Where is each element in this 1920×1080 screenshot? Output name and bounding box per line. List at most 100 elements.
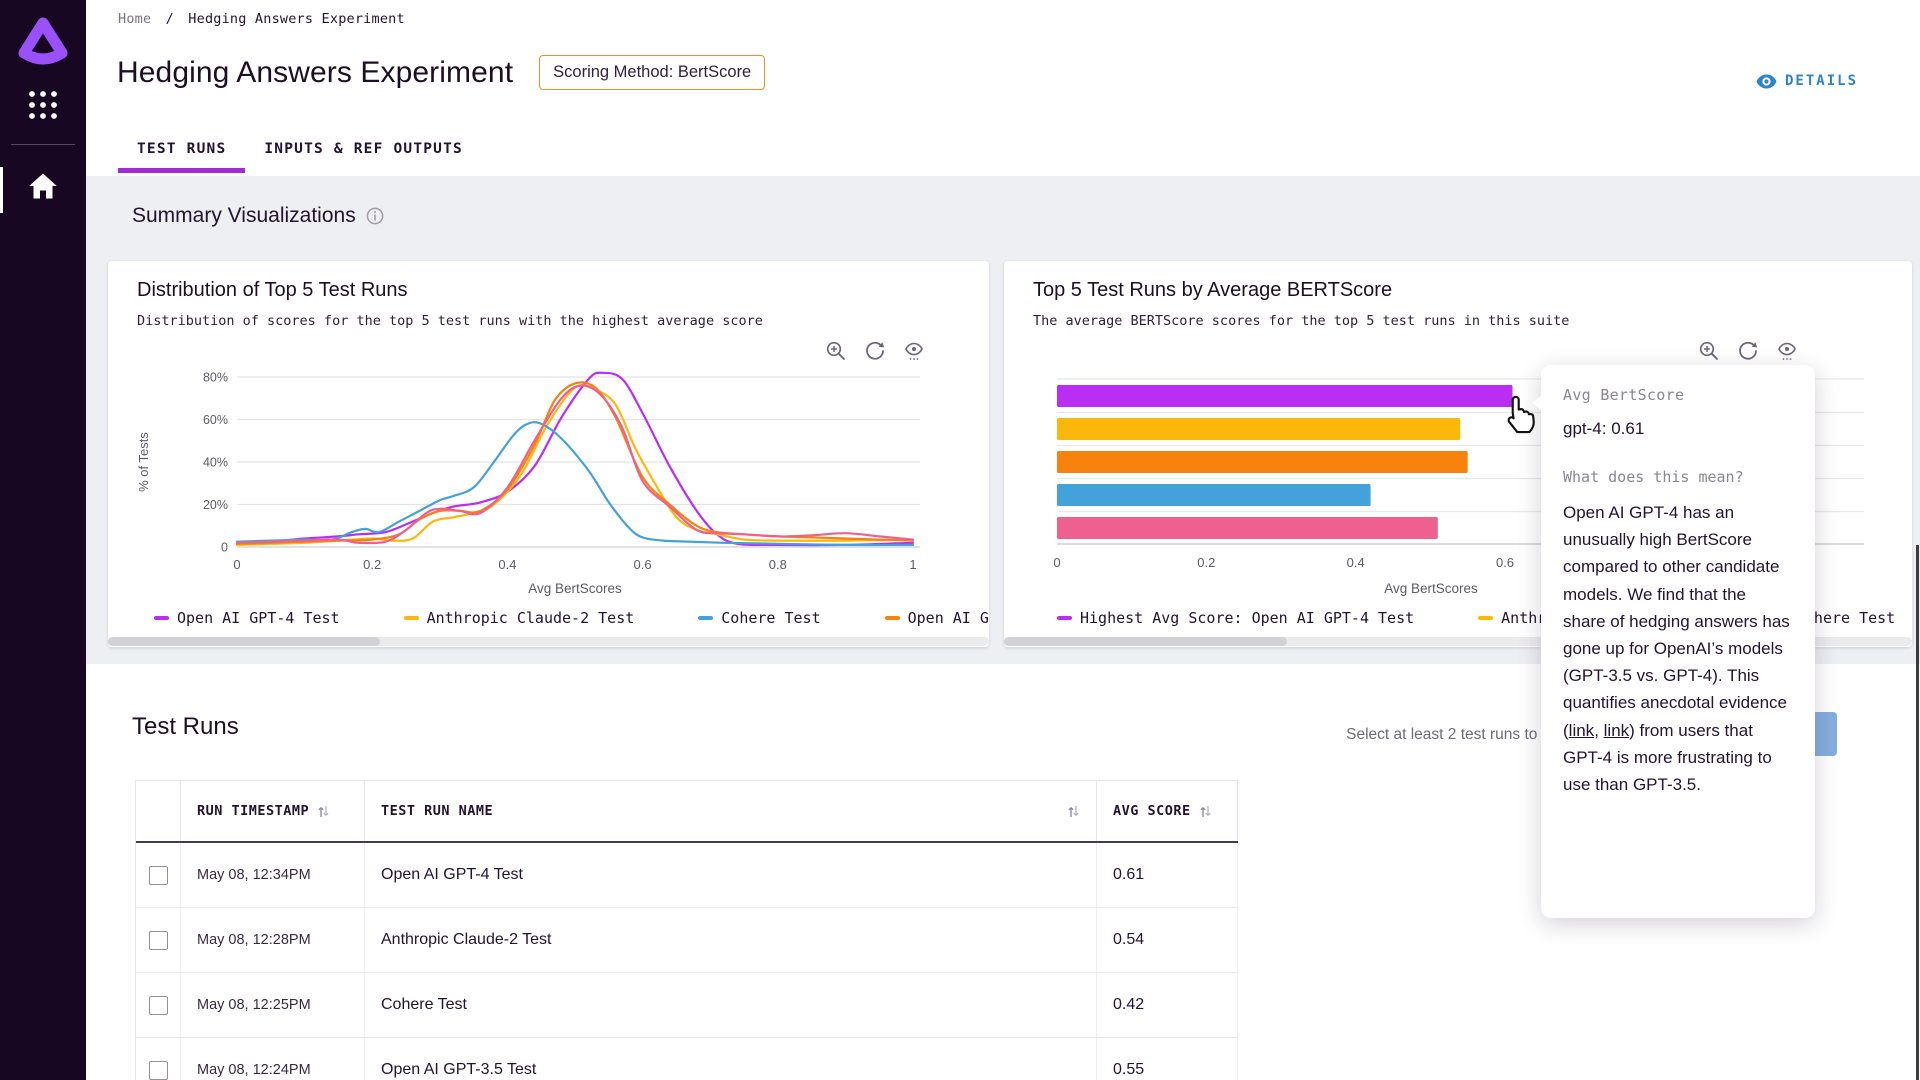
tooltip-text-sep: ,	[1594, 721, 1603, 740]
tab-test-runs[interactable]: TEST RUNS	[118, 131, 245, 173]
table-row[interactable]: May 08, 12:25PMCohere Test0.42	[136, 973, 1238, 1038]
bar-4[interactable]	[1057, 484, 1371, 506]
svg-text:20%: 20%	[203, 498, 228, 512]
legend-label: Cohere Test	[721, 609, 820, 627]
line-series[interactable]	[237, 382, 913, 544]
svg-text:80%: 80%	[203, 371, 228, 385]
svg-text:0: 0	[221, 541, 228, 555]
app-grid-icon[interactable]	[0, 89, 86, 121]
bar-3[interactable]	[1057, 451, 1468, 473]
row-checkbox[interactable]	[149, 866, 168, 885]
chart-title: Top 5 Test Runs by Average BERTScore	[1033, 279, 1392, 302]
run-timestamp-cell: May 08, 12:24PM	[181, 1038, 365, 1080]
svg-text:1: 1	[909, 557, 916, 572]
info-icon[interactable]	[366, 207, 384, 225]
bar-5[interactable]	[1057, 517, 1438, 539]
sort-icon[interactable]	[317, 804, 330, 819]
sidebar-divider	[11, 144, 75, 145]
tooltip-question: What does this mean?	[1563, 468, 1793, 486]
test-run-name-cell[interactable]: Anthropic Claude-2 Test	[365, 908, 1097, 972]
legend-label: Highest Avg Score: Open AI GPT-4 Test	[1080, 609, 1414, 627]
scrollbar-thumb[interactable]	[1004, 637, 1287, 646]
sort-icon[interactable]	[1067, 804, 1080, 819]
sidebar	[0, 0, 86, 1080]
legend-swatch	[404, 616, 419, 620]
app-window: Home / Hedging Answers Experiment Hedgin…	[0, 0, 1920, 1080]
run-timestamp-cell: May 08, 12:34PM	[181, 843, 365, 907]
test-run-name-cell[interactable]: Cohere Test	[365, 973, 1097, 1037]
svg-text:% of Tests: % of Tests	[136, 432, 151, 492]
row-checkbox[interactable]	[149, 931, 168, 950]
svg-text:60%: 60%	[203, 413, 228, 427]
summary-title: Summary Visualizations	[132, 204, 356, 228]
scoring-method-chip: Scoring Method: BertScore	[539, 55, 765, 90]
legend-swatch	[154, 616, 169, 620]
legend-item[interactable]: Open AI GPT-3.5 Test	[885, 609, 989, 627]
table-row[interactable]: May 08, 12:34PMOpen AI GPT-4 Test0.61	[136, 843, 1238, 908]
header-checkbox-cell	[136, 781, 181, 841]
run-timestamp-cell: May 08, 12:25PM	[181, 973, 365, 1037]
legend-swatch	[698, 616, 713, 620]
details-label: DETAILS	[1785, 73, 1858, 89]
breadcrumb-separator: /	[166, 11, 174, 27]
legend-item[interactable]: Anthropic Claude-2 Test	[404, 609, 635, 627]
tooltip-metric-label: Avg BertScore	[1563, 386, 1793, 404]
row-checkbox[interactable]	[149, 1061, 168, 1080]
svg-text:0.4: 0.4	[1347, 555, 1365, 570]
tooltip-link-1[interactable]: link	[1569, 721, 1595, 740]
bar-1[interactable]	[1057, 385, 1513, 407]
header-run-timestamp[interactable]: RUN TIMESTAMP	[181, 781, 365, 841]
table-row[interactable]: May 08, 12:28PMAnthropic Claude-2 Test0.…	[136, 908, 1238, 973]
bar-2[interactable]	[1057, 418, 1460, 440]
svg-text:Avg BertScores: Avg BertScores	[528, 581, 622, 596]
test-run-name-cell[interactable]: Open AI GPT-4 Test	[365, 843, 1097, 907]
sort-icon[interactable]	[1199, 804, 1212, 819]
home-icon[interactable]	[0, 172, 86, 200]
legend-item[interactable]: Open AI GPT-4 Test	[154, 609, 340, 627]
legend-item[interactable]: Cohere Test	[698, 609, 820, 627]
test-runs-heading: Test Runs	[132, 713, 239, 741]
scrollbar-thumb[interactable]	[108, 637, 380, 646]
svg-text:0.8: 0.8	[769, 557, 787, 572]
line-series[interactable]	[237, 385, 913, 545]
breadcrumb-home-link[interactable]: Home	[118, 11, 151, 27]
svg-text:40%: 40%	[203, 456, 228, 470]
breadcrumb: Home / Hedging Answers Experiment	[118, 11, 405, 27]
table-row[interactable]: May 08, 12:24PMOpen AI GPT-3.5 Test0.55	[136, 1038, 1238, 1080]
breadcrumb-current: Hedging Answers Experiment	[188, 11, 405, 27]
test-run-name-cell[interactable]: Open AI GPT-3.5 Test	[365, 1038, 1097, 1080]
legend-swatch	[1478, 616, 1493, 620]
row-checkbox-cell	[136, 1038, 181, 1080]
svg-text:0.6: 0.6	[1496, 555, 1514, 570]
chart-subtitle: Distribution of scores for the top 5 tes…	[137, 313, 763, 329]
svg-text:Avg BertScores: Avg BertScores	[1384, 581, 1478, 596]
svg-text:0: 0	[1053, 555, 1060, 570]
svg-text:0: 0	[233, 557, 240, 572]
chart-legend: Open AI GPT-4 Test Anthropic Claude-2 Tes…	[108, 605, 989, 631]
line-series[interactable]	[237, 385, 913, 543]
test-runs-table: RUN TIMESTAMPTEST RUN NAMEAVG SCORE May …	[135, 780, 1238, 1080]
line-series[interactable]	[237, 373, 913, 545]
chart-title: Distribution of Top 5 Test Runs	[137, 279, 408, 302]
legend-scrollbar[interactable]	[108, 637, 989, 646]
page-header: Hedging Answers Experiment Scoring Metho…	[117, 55, 765, 90]
svg-text:0.4: 0.4	[498, 557, 516, 572]
tooltip-link-2[interactable]: link	[1604, 721, 1630, 740]
avg-score-cell: 0.54	[1097, 908, 1238, 972]
details-button[interactable]: DETAILS	[1756, 73, 1858, 89]
header-test-run-name[interactable]: TEST RUN NAME	[365, 781, 1097, 841]
page-title: Hedging Answers Experiment	[117, 56, 513, 90]
table-header-row: RUN TIMESTAMPTEST RUN NAMEAVG SCORE	[136, 780, 1238, 843]
legend-swatch	[1057, 616, 1072, 620]
svg-text:0.2: 0.2	[1197, 555, 1215, 570]
legend-item[interactable]: Highest Avg Score: Open AI GPT-4 Test	[1057, 609, 1414, 627]
tab-inputs-ref-outputs[interactable]: INPUTS & REF OUTPUTS	[245, 131, 482, 173]
tab-bar: TEST RUNS INPUTS & REF OUTPUTS	[118, 131, 482, 173]
arize-logo-icon[interactable]	[0, 14, 86, 66]
header-avg-score[interactable]: AVG SCORE	[1097, 781, 1238, 841]
window-edge-scrollbar[interactable]	[1916, 545, 1919, 1080]
row-checkbox[interactable]	[149, 996, 168, 1015]
line-series[interactable]	[237, 422, 913, 545]
tooltip-text-1: Open AI GPT-4 has an unusually high Bert…	[1563, 503, 1790, 740]
chart-subtitle: The average BERTScore scores for the top…	[1033, 313, 1569, 329]
